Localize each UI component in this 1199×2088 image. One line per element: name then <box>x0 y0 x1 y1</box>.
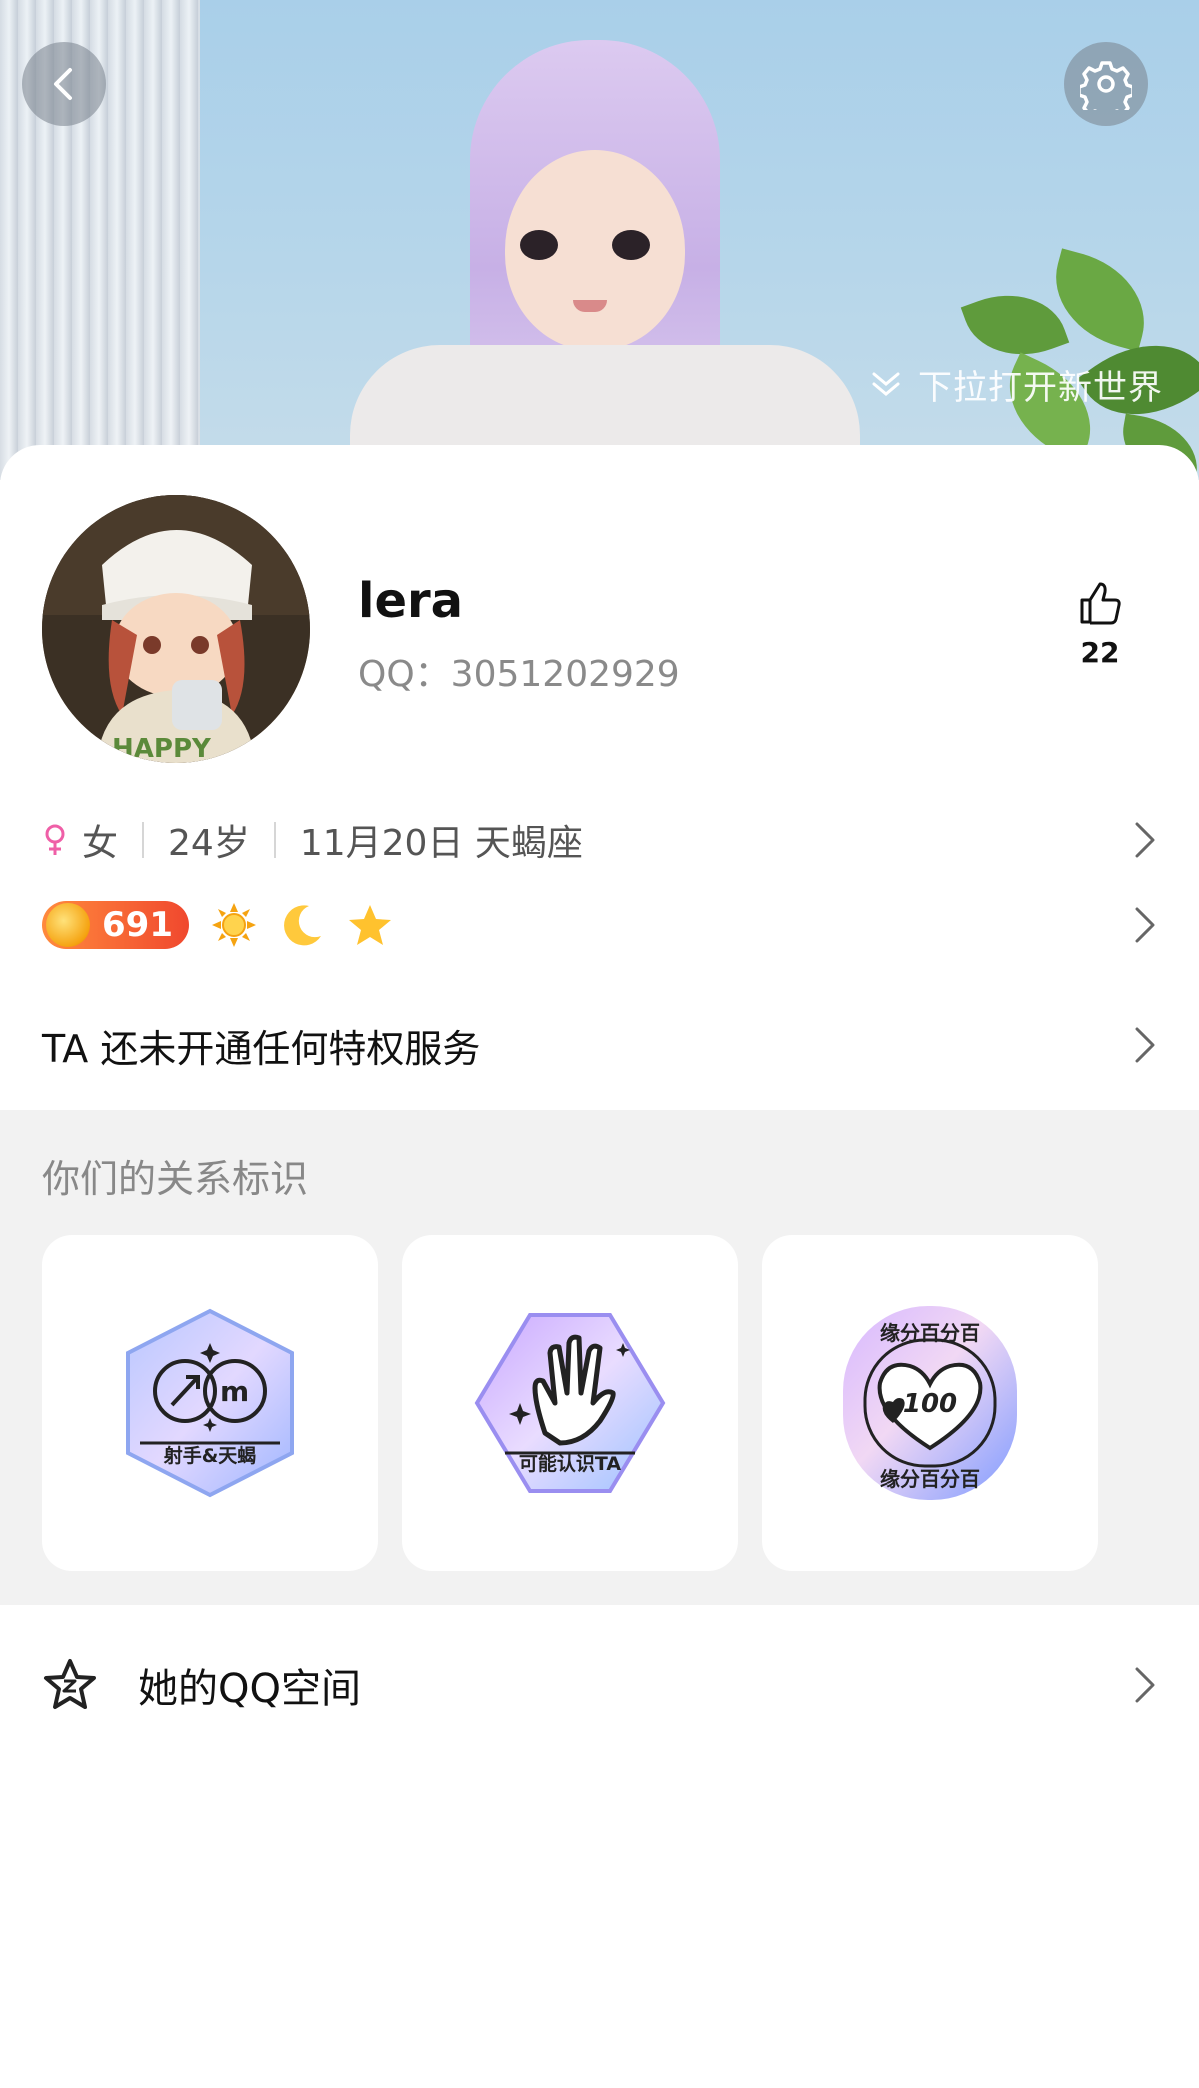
divider <box>273 822 276 858</box>
destiny-badge-label-bottom: 缘分百分百 <box>880 1467 980 1491</box>
moon-icon <box>284 905 321 946</box>
character-eye-right <box>612 230 650 260</box>
birthday-text: 11月20日 天蝎座 <box>299 823 583 864</box>
chevron-right-icon <box>1135 907 1155 943</box>
destiny-badge-label-top: 缘分百分百 <box>880 1321 980 1345</box>
chevron-right-icon <box>1135 1027 1155 1063</box>
basic-info-row[interactable]: 女 24岁 11月20日 天蝎座 <box>42 810 1157 870</box>
level-coin-icon <box>46 903 90 947</box>
like-count: 22 <box>1080 636 1120 669</box>
chevron-left-icon <box>54 68 72 100</box>
star-icon <box>348 905 391 945</box>
nickname: lera <box>358 573 464 629</box>
thumbs-up-icon <box>1080 582 1121 625</box>
age-text: 24岁 <box>168 823 250 864</box>
sun-icon <box>211 903 256 947</box>
destiny-badge-number: 100 <box>902 1389 958 1419</box>
svg-text:m: m <box>220 1375 249 1408</box>
back-button[interactable] <box>22 42 106 126</box>
pull-down-hint[interactable]: 下拉打开新世界 <box>868 362 1163 408</box>
relation-card-destiny[interactable]: 缘分百分百 100 缘分百分百 <box>762 1235 1098 1571</box>
zodiac-badge-icon: m <box>126 1308 294 1498</box>
chevron-right-icon <box>1135 1667 1155 1703</box>
gender-text: 女 <box>82 823 119 864</box>
relation-card-may-know[interactable]: 可能认识TA <box>402 1235 738 1571</box>
qq-number: QQ：3051202929 <box>358 654 680 695</box>
divider <box>142 822 145 858</box>
character-eye-left <box>520 230 558 260</box>
qzone-row[interactable]: 她的QQ空间 <box>42 1640 1157 1730</box>
level-pill: 691 <box>42 901 189 949</box>
privilege-text: TA 还未开通任何特权服务 <box>42 1026 481 1071</box>
relation-section-title: 你们的关系标识 <box>42 1157 309 1201</box>
double-chevron-down-icon <box>872 372 900 396</box>
profile-card: HAPPY lera QQ：3051202929 22 女 24岁 11月20日… <box>0 445 1199 2088</box>
star-outline-icon <box>44 1659 96 1709</box>
may-know-badge-label: 可能认识TA <box>518 1453 622 1475</box>
profile-banner[interactable]: 下拉打开新世界 <box>0 0 1199 480</box>
zodiac-badge-label: 射手&天蝎 <box>163 1445 257 1467</box>
like-button[interactable]: 22 <box>1060 580 1140 669</box>
settings-button[interactable] <box>1064 42 1148 126</box>
level-number: 691 <box>102 905 173 945</box>
avatar[interactable]: HAPPY <box>42 495 310 763</box>
gear-icon <box>1080 61 1132 110</box>
qzone-label: 她的QQ空间 <box>138 1666 361 1712</box>
privilege-row[interactable]: TA 还未开通任何特权服务 <box>42 1010 1157 1080</box>
relation-tags-section: 你们的关系标识 m 射手&天蝎 可能认识TA 缘分百分百 100 缘分百分百 <box>0 1110 1199 1605</box>
relation-card-zodiac[interactable]: m 射手&天蝎 <box>42 1235 378 1571</box>
female-icon <box>45 824 65 855</box>
svg-text:HAPPY: HAPPY <box>112 734 212 763</box>
pull-hint-text: 下拉打开新世界 <box>918 367 1163 408</box>
level-badges-row[interactable]: 691 <box>42 895 1157 955</box>
chevron-right-icon <box>1135 822 1155 858</box>
avatar-illustration: HAPPY <box>42 495 310 763</box>
